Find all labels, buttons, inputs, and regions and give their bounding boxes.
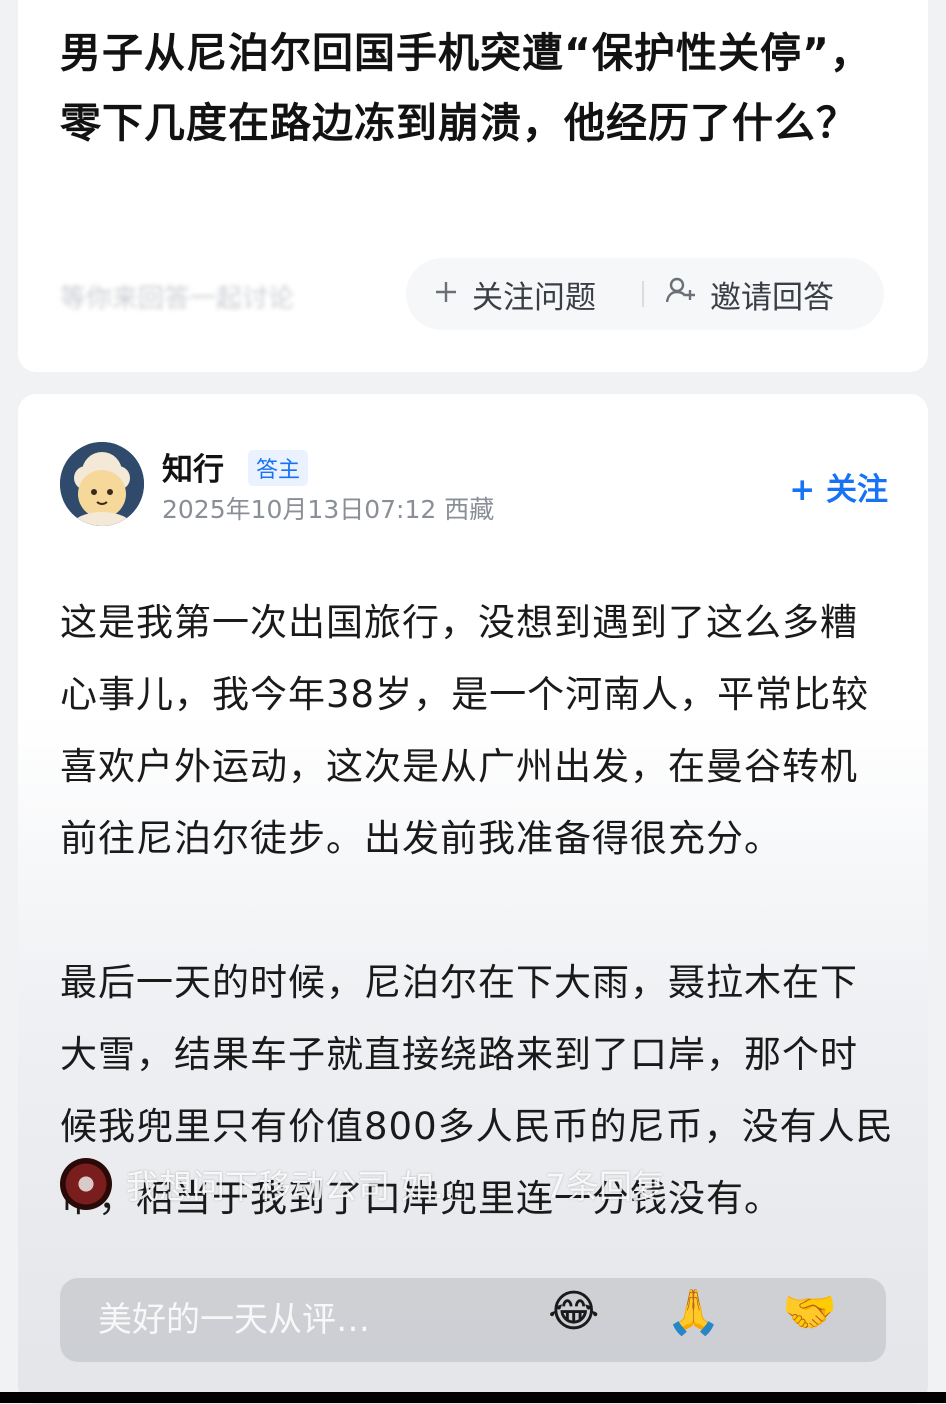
question-actions: 关注问题 邀请回答 <box>406 258 884 330</box>
answer-paragraph: 这是我第一次出国旅行，没想到遇到了这么多糟心事儿，我今年38岁，是一个河南人，平… <box>60 601 870 860</box>
follow-author-button[interactable]: + 关注 <box>789 464 888 509</box>
floating-comment-text: 我想问下移动公司 如... <box>126 1167 465 1206</box>
sheep-avatar-icon <box>60 442 144 526</box>
question-meta: 等你来回答一起讨论 <box>60 284 295 314</box>
comment-input[interactable]: 美好的一天从评… <box>98 1292 370 1341</box>
pray-emoji-icon[interactable]: 🙏 <box>666 1286 721 1338</box>
follow-question-label: 关注问题 <box>472 279 596 316</box>
invite-user-icon <box>665 276 696 312</box>
author-name[interactable]: 知行 <box>162 444 224 489</box>
question-card: 男子从尼泊尔回国手机突遭“保护性关停”，零下几度在路边冻到崩溃，他经历了什么？ … <box>18 0 928 372</box>
post-meta: 2025年10月13日07:12 西藏 <box>162 490 494 526</box>
comment-bar: 美好的一天从评… 😂 🙏 🤝 <box>60 1278 886 1362</box>
follow-question-button[interactable]: 关注问题 <box>406 258 624 330</box>
post-date: 2025年10月13日07:12 <box>162 495 437 524</box>
floating-comment[interactable]: 我想问下移动公司 如... 7条回复 › <box>60 1153 880 1215</box>
author-badge: 答主 <box>248 450 309 486</box>
author-avatar[interactable] <box>60 442 144 526</box>
invite-answer-button[interactable]: 邀请回答 <box>644 258 834 330</box>
handshake-emoji-icon[interactable]: 🤝 <box>782 1286 837 1338</box>
question-title[interactable]: 男子从尼泊尔回国手机突遭“保护性关停”，零下几度在路边冻到崩溃，他经历了什么？ <box>60 18 890 158</box>
laughing-emoji-icon[interactable]: 😂 <box>548 1286 599 1337</box>
post-location: 西藏 <box>444 495 495 524</box>
invite-answer-label: 邀请回答 <box>710 279 834 316</box>
commenter-avatar <box>60 1158 112 1210</box>
answer-card: 知行 答主 2025年10月13日07:12 西藏 + 关注 这是我第一次出国旅… <box>18 394 928 1404</box>
reply-count[interactable]: 7条回复 › <box>545 1160 689 1208</box>
system-bottom-bar <box>0 1392 946 1403</box>
plus-icon <box>434 276 458 312</box>
